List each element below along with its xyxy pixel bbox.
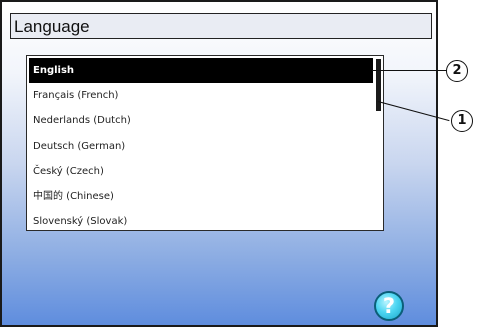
language-item-german[interactable]: Deutsch (German) [29, 134, 373, 159]
scroll-thumb[interactable] [376, 59, 381, 111]
callout-number-1: 1 [457, 113, 467, 128]
question-mark-icon: ? [382, 294, 396, 318]
language-item-french[interactable]: Français (French) [29, 83, 373, 108]
language-item-slovak[interactable]: Slovenský (Slovak) [29, 209, 373, 230]
language-item-czech[interactable]: Český (Czech) [29, 159, 373, 184]
callout-number-2: 2 [452, 63, 462, 78]
callout-2-leader [372, 70, 447, 71]
list-scrollbar[interactable] [376, 59, 381, 229]
callout-badge-1: 1 [451, 110, 473, 132]
language-listbox[interactable]: English Français (French) Nederlands (Du… [26, 55, 384, 231]
callout-badge-2: 2 [446, 60, 468, 82]
help-button[interactable]: ? [374, 291, 404, 321]
language-list: English Français (French) Nederlands (Du… [29, 58, 373, 230]
title-bar: Language [10, 13, 432, 39]
language-item-english[interactable]: English [29, 58, 373, 84]
page-title: Language [14, 17, 90, 36]
language-item-chinese[interactable]: 中国的 (Chinese) [29, 184, 373, 209]
language-item-dutch[interactable]: Nederlands (Dutch) [29, 108, 373, 133]
language-screen: Language English Français (French) Neder… [0, 0, 438, 327]
